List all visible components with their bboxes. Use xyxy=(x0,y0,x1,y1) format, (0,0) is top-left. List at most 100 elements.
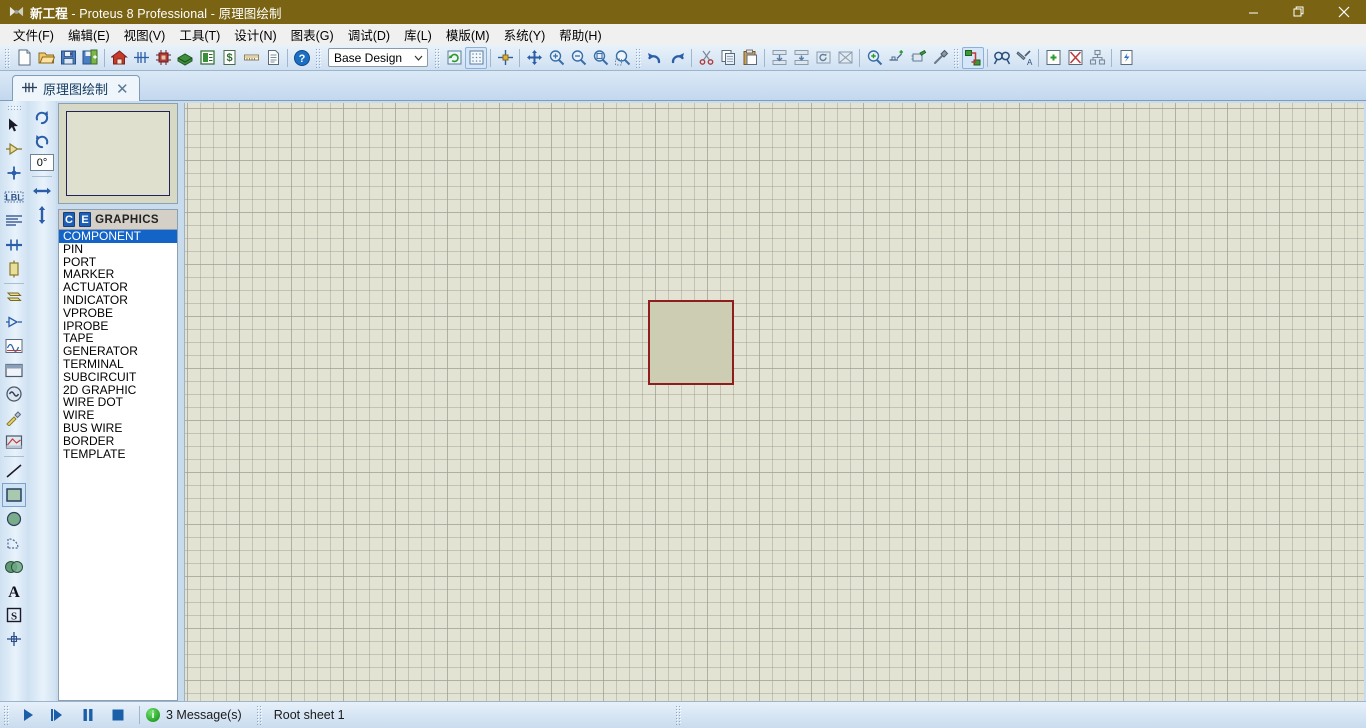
object-selector-list[interactable]: COMPONENT PIN PORT MARKER ACTUATOR INDIC… xyxy=(58,229,178,701)
mirror-vertical-icon[interactable] xyxy=(30,203,54,227)
maximize-restore-button[interactable] xyxy=(1276,0,1321,24)
toolbar-grip[interactable] xyxy=(953,47,960,68)
drawn-rectangle[interactable] xyxy=(648,300,734,385)
menu-graph[interactable]: 图表(G) xyxy=(284,23,341,46)
wire-label-mode[interactable]: LBL xyxy=(2,185,26,209)
rotation-angle-field[interactable]: 0° xyxy=(30,154,54,171)
path-tool[interactable] xyxy=(2,555,26,579)
goto-sheet-icon[interactable] xyxy=(1086,47,1108,69)
block-copy-icon[interactable] xyxy=(768,47,790,69)
menu-file[interactable]: 文件(F) xyxy=(6,23,61,46)
report-icon[interactable] xyxy=(262,47,284,69)
message-count-area[interactable]: i 3 Message(s) xyxy=(146,708,242,722)
generator-mode[interactable] xyxy=(2,382,26,406)
pan-icon[interactable] xyxy=(523,47,545,69)
property-assign-icon[interactable]: A xyxy=(1013,47,1035,69)
list-item[interactable]: SUBCIRCUIT xyxy=(59,370,177,384)
bill-of-materials-icon[interactable]: $ xyxy=(218,47,240,69)
menu-template[interactable]: 模版(M) xyxy=(439,23,497,46)
list-item[interactable]: BUS WIRE xyxy=(59,422,177,435)
copy-icon[interactable] xyxy=(717,47,739,69)
decompose-icon[interactable] xyxy=(929,47,951,69)
zoom-in-icon[interactable] xyxy=(545,47,567,69)
list-item[interactable]: VPROBE xyxy=(59,306,177,320)
rotate-clockwise-icon[interactable] xyxy=(30,105,54,129)
remove-sheet-icon[interactable] xyxy=(1064,47,1086,69)
pick-device-icon[interactable] xyxy=(863,47,885,69)
open-folder-icon[interactable] xyxy=(35,47,57,69)
packaging-tool-icon[interactable] xyxy=(907,47,929,69)
statusbar-grip[interactable] xyxy=(3,705,10,725)
home-icon[interactable] xyxy=(108,47,130,69)
design-explorer-icon[interactable] xyxy=(196,47,218,69)
tab-close-icon[interactable]: ✕ xyxy=(114,80,131,98)
list-item[interactable]: INDICATOR xyxy=(59,294,177,307)
new-sheet-icon[interactable] xyxy=(1042,47,1064,69)
netlist-icon[interactable] xyxy=(1115,47,1137,69)
component-mode[interactable] xyxy=(2,137,26,161)
pause-simulation-button[interactable] xyxy=(73,704,103,726)
toolbar-grip[interactable] xyxy=(434,47,441,68)
schematic-capture-icon[interactable] xyxy=(130,47,152,69)
list-item[interactable]: COMPONENT xyxy=(59,230,177,243)
toggle-grid-icon[interactable] xyxy=(465,46,487,69)
overview-preview-pane[interactable] xyxy=(58,103,178,204)
block-delete-icon[interactable] xyxy=(834,47,856,69)
menu-edit[interactable]: 编辑(E) xyxy=(61,23,117,46)
subcircuit-mode[interactable] xyxy=(2,257,26,281)
menu-system[interactable]: 系统(Y) xyxy=(497,23,553,46)
step-simulation-button[interactable] xyxy=(43,704,73,726)
zoom-out-icon[interactable] xyxy=(567,47,589,69)
origin-icon[interactable] xyxy=(494,47,516,69)
list-item[interactable]: TERMINAL xyxy=(59,358,177,371)
statusbar-grip[interactable] xyxy=(674,705,682,725)
list-item[interactable]: PIN xyxy=(59,242,177,256)
menu-design[interactable]: 设计(N) xyxy=(227,23,283,46)
pick-from-libraries-button[interactable]: C xyxy=(63,212,76,227)
bus-mode[interactable] xyxy=(2,233,26,257)
paste-icon[interactable] xyxy=(739,47,761,69)
voltage-probe-mode[interactable] xyxy=(2,406,26,430)
undo-icon[interactable] xyxy=(644,47,666,69)
menu-library[interactable]: 库(L) xyxy=(397,23,439,46)
3d-viewer-icon[interactable] xyxy=(174,47,196,69)
menu-tools[interactable]: 工具(T) xyxy=(172,23,227,46)
design-selector-combo[interactable]: Base Design xyxy=(328,48,428,67)
toolbar-grip[interactable] xyxy=(315,47,322,68)
tab-schematic-capture[interactable]: 原理图绘制 ✕ xyxy=(12,75,140,101)
play-simulation-button[interactable] xyxy=(13,704,43,726)
marker-tool[interactable] xyxy=(2,627,26,651)
arc-tool[interactable] xyxy=(2,531,26,555)
close-button[interactable] xyxy=(1321,0,1366,24)
menu-debug[interactable]: 调试(D) xyxy=(341,23,397,46)
zoom-all-icon[interactable] xyxy=(589,47,611,69)
device-pin-mode[interactable] xyxy=(2,310,26,334)
help-icon[interactable]: ? xyxy=(291,47,313,69)
block-move-icon[interactable] xyxy=(790,47,812,69)
stop-simulation-button[interactable] xyxy=(103,704,133,726)
save-icon[interactable] xyxy=(57,47,79,69)
circle-tool[interactable] xyxy=(2,507,26,531)
menu-view[interactable]: 视图(V) xyxy=(117,23,173,46)
wire-autorouter-icon[interactable] xyxy=(962,46,984,69)
search-tag-icon[interactable] xyxy=(991,47,1013,69)
selection-mode[interactable] xyxy=(2,113,26,137)
list-item[interactable]: BORDER xyxy=(59,434,177,448)
statusbar-grip[interactable] xyxy=(255,705,263,725)
schematic-canvas[interactable] xyxy=(184,103,1364,701)
minimize-button[interactable] xyxy=(1231,0,1276,24)
toolbar-grip[interactable] xyxy=(4,47,11,68)
mirror-horizontal-icon[interactable] xyxy=(30,179,54,203)
toolbar-grip[interactable] xyxy=(635,47,642,68)
graph-mode[interactable] xyxy=(2,334,26,358)
text-tool[interactable]: A xyxy=(2,579,26,603)
junction-dot-mode[interactable] xyxy=(2,161,26,185)
box-tool[interactable] xyxy=(2,483,26,507)
text-script-mode[interactable] xyxy=(2,209,26,233)
symbol-tool[interactable]: S xyxy=(2,603,26,627)
rotate-counterclockwise-icon[interactable] xyxy=(30,129,54,153)
virtual-instrument-mode[interactable] xyxy=(2,430,26,454)
list-item[interactable]: TEMPLATE xyxy=(59,447,177,461)
save-exit-icon[interactable] xyxy=(79,47,101,69)
bill-cost-icon[interactable] xyxy=(240,47,262,69)
